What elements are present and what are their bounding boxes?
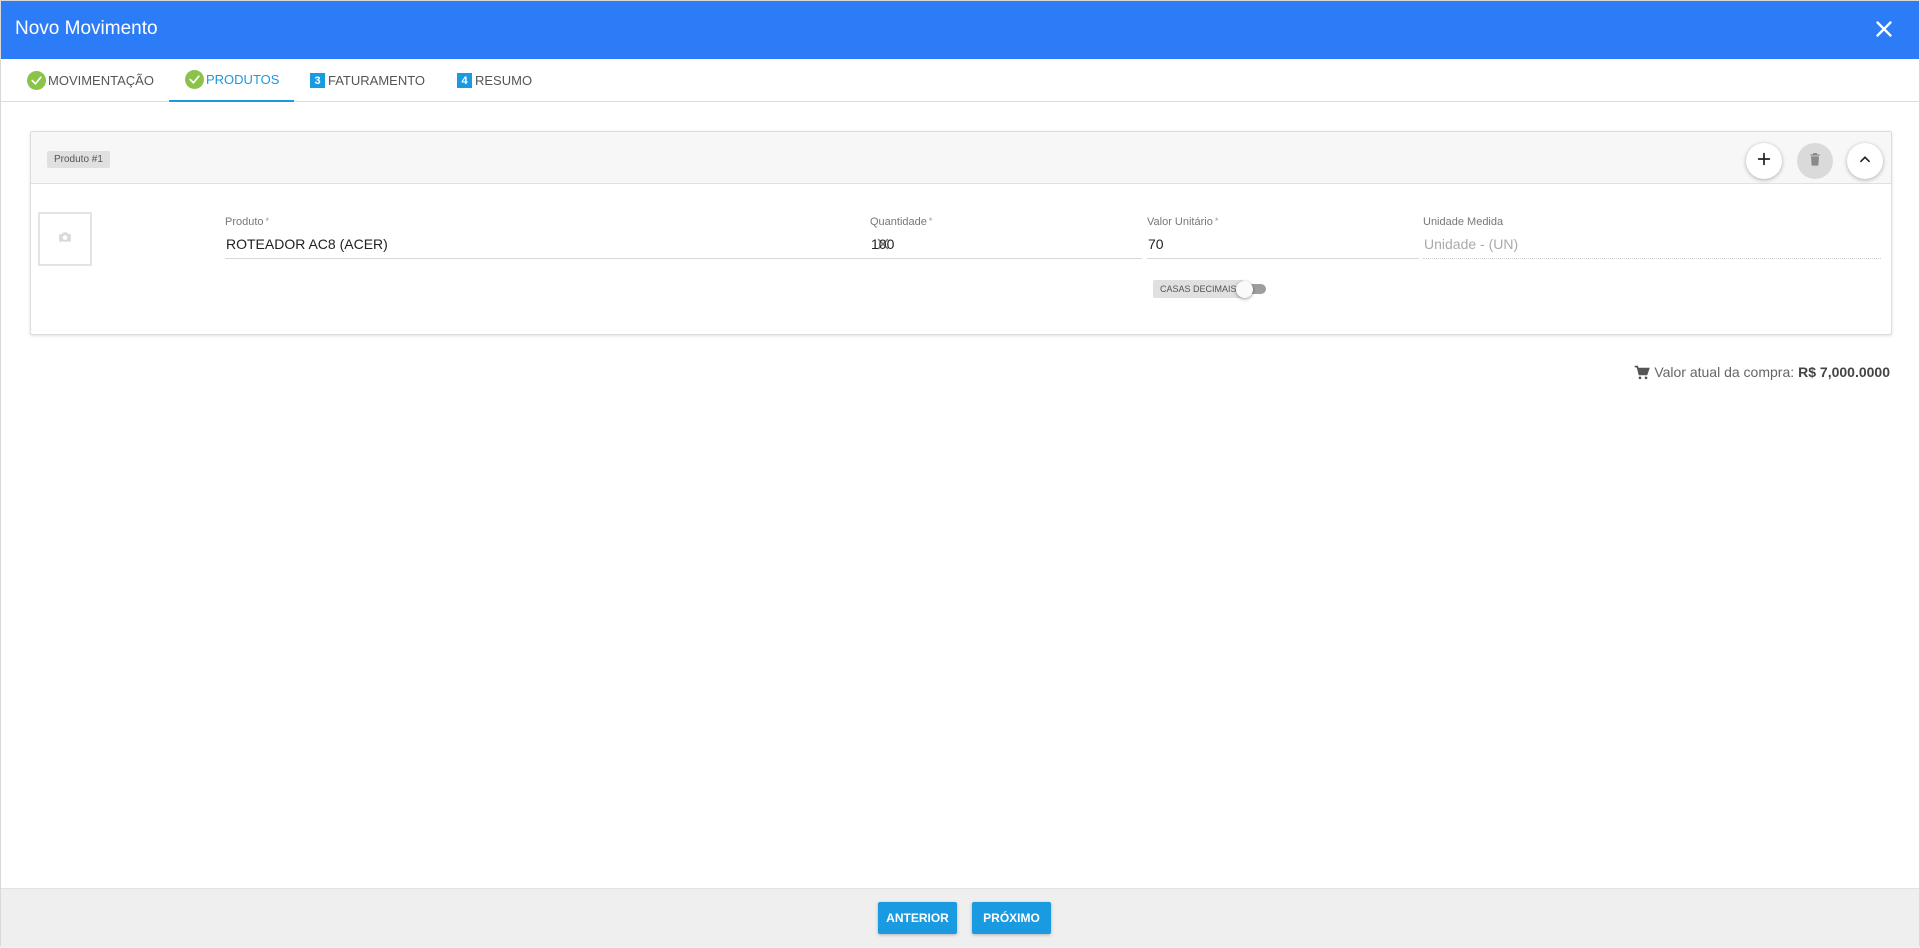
step-number-badge: 4 bbox=[457, 73, 472, 88]
product-card-header: Produto #1 bbox=[31, 132, 1891, 184]
casas-decimais-label: CASAS DECIMAIS bbox=[1153, 280, 1244, 298]
valor-unitario-label: Valor Unitário bbox=[1147, 216, 1213, 228]
tab-movimentacao[interactable]: MOVIMENTAÇÃO bbox=[27, 59, 154, 102]
add-icon bbox=[1756, 151, 1772, 172]
dialog-title: Novo Movimento bbox=[15, 18, 158, 39]
tab-faturamento[interactable]: 3 FATURAMENTO bbox=[310, 59, 425, 102]
dialog-footer: ANTERIOR PRÓXIMO bbox=[1, 888, 1919, 947]
tab-resumo[interactable]: 4 RESUMO bbox=[457, 59, 532, 102]
next-button[interactable]: PRÓXIMO bbox=[972, 902, 1051, 934]
unidade-medida-field: Unidade Medida Unidade - (UN) bbox=[1423, 216, 1881, 259]
produto-input[interactable]: ROTEADOR AC8 (ACER) bbox=[225, 236, 896, 259]
unidade-medida-label: Unidade Medida bbox=[1423, 216, 1504, 228]
collapse-product-button[interactable] bbox=[1847, 143, 1883, 179]
previous-button[interactable]: ANTERIOR bbox=[878, 902, 957, 934]
delete-icon bbox=[1807, 150, 1823, 173]
quantidade-field: Quantidade * 100 bbox=[870, 216, 1142, 259]
cart-icon bbox=[1634, 365, 1651, 380]
new-movement-dialog: Novo Movimento MOVIMENTAÇÃO PRODUTOS 3 F… bbox=[0, 0, 1920, 947]
toggle-knob bbox=[1236, 281, 1253, 298]
product-photo-placeholder[interactable] bbox=[38, 212, 92, 266]
purchase-total: Valor atual da compra: R$ 7,000.0000 bbox=[1634, 364, 1890, 380]
purchase-total-label: Valor atual da compra: bbox=[1654, 364, 1795, 380]
camera-icon bbox=[58, 230, 72, 248]
close-icon[interactable] bbox=[1871, 16, 1897, 42]
chevron-up-icon bbox=[1858, 152, 1872, 171]
tab-label: RESUMO bbox=[475, 73, 533, 88]
step-number-badge: 3 bbox=[310, 73, 325, 88]
add-product-button[interactable] bbox=[1746, 143, 1782, 179]
produto-value: ROTEADOR AC8 (ACER) bbox=[226, 236, 388, 252]
valor-unitario-field: Valor Unitário * 70 bbox=[1147, 216, 1419, 259]
dialog-header: Novo Movimento bbox=[1, 1, 1919, 59]
check-circle-icon bbox=[27, 71, 46, 90]
produto-label: Produto bbox=[225, 216, 264, 228]
purchase-total-amount: R$ 7,000.0000 bbox=[1798, 364, 1890, 380]
casas-decimais-toggle[interactable] bbox=[1236, 281, 1266, 298]
tab-label: MOVIMENTAÇÃO bbox=[48, 73, 154, 88]
required-marker: * bbox=[928, 216, 933, 226]
tab-label: PRODUTOS bbox=[206, 72, 280, 87]
quantidade-value: 100 bbox=[871, 236, 895, 252]
valor-unitario-input[interactable]: 70 bbox=[1147, 236, 1419, 259]
product-card: Produto #1 Produto * ROTEADOR AC8 (ACER)… bbox=[30, 131, 1892, 335]
step-tabs: MOVIMENTAÇÃO PRODUTOS 3 FATURAMENTO 4 RE… bbox=[1, 59, 1919, 102]
unidade-medida-value: Unidade - (UN) bbox=[1424, 236, 1519, 252]
tab-label: FATURAMENTO bbox=[328, 73, 426, 88]
produto-field: Produto * ROTEADOR AC8 (ACER) bbox=[225, 216, 896, 259]
product-badge: Produto #1 bbox=[47, 151, 110, 168]
unidade-medida-input: Unidade - (UN) bbox=[1423, 236, 1881, 259]
delete-product-button[interactable] bbox=[1797, 143, 1833, 179]
required-marker: * bbox=[1214, 216, 1219, 226]
quantidade-input[interactable]: 100 bbox=[870, 236, 1142, 259]
tab-produtos[interactable]: PRODUTOS bbox=[169, 59, 295, 102]
quantidade-label: Quantidade bbox=[870, 216, 927, 228]
required-marker: * bbox=[265, 216, 270, 226]
check-circle-icon bbox=[185, 70, 204, 89]
valor-unitario-value: 70 bbox=[1148, 236, 1164, 252]
